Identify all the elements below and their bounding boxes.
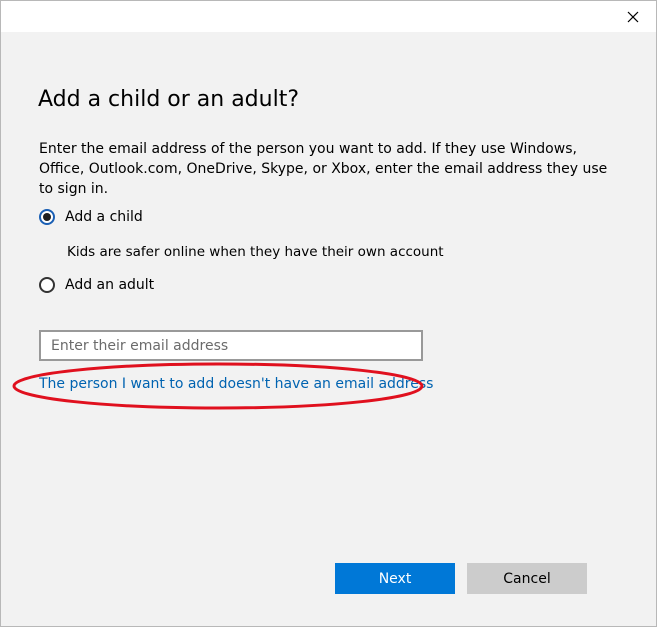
next-button[interactable]: Next <box>335 563 455 594</box>
no-email-link[interactable]: The person I want to add doesn't have an… <box>39 376 433 392</box>
child-hint-text: Kids are safer online when they have the… <box>67 244 444 260</box>
radio-selected-dot <box>43 213 51 221</box>
add-adult-radio[interactable] <box>39 277 55 293</box>
add-child-radio[interactable] <box>39 209 55 225</box>
close-icon <box>627 11 639 22</box>
email-input[interactable] <box>39 330 423 361</box>
add-child-option[interactable]: Add a child <box>39 209 143 225</box>
title-bar <box>1 1 656 32</box>
add-adult-label: Add an adult <box>65 277 155 293</box>
add-user-dialog: Add a child or an adult? Enter the email… <box>0 0 657 627</box>
add-child-label: Add a child <box>65 209 143 225</box>
page-title: Add a child or an adult? <box>38 87 300 112</box>
cancel-button[interactable]: Cancel <box>467 563 587 594</box>
instructions-text: Enter the email address of the person yo… <box>39 141 608 197</box>
close-button[interactable] <box>610 1 656 32</box>
add-adult-option[interactable]: Add an adult <box>39 277 154 293</box>
